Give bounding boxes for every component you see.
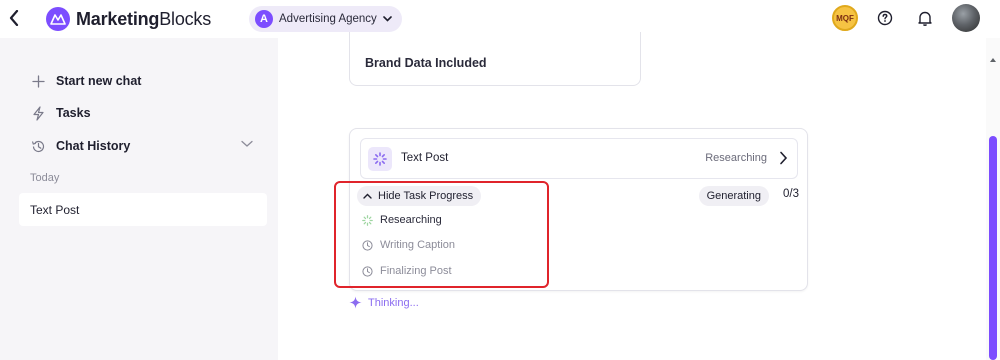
sidebar-item-label: Start new chat (56, 74, 142, 88)
thinking-label: Thinking... (368, 296, 419, 309)
sidebar-item-tasks[interactable]: Tasks (30, 105, 91, 121)
help-icon (877, 10, 893, 26)
chevron-left-icon (9, 10, 19, 26)
help-button[interactable] (872, 5, 898, 31)
chevron-down-icon (383, 16, 392, 22)
brand-name: MarketingBlocks (76, 9, 211, 30)
brand-data-card: Brand Data Included (349, 32, 641, 86)
chevron-right-icon (780, 151, 788, 165)
section-label-today: Today (30, 172, 60, 184)
workspace-label: Advertising Agency (279, 13, 377, 25)
user-avatar[interactable] (952, 4, 980, 32)
lightning-icon (30, 105, 46, 121)
sidebar-item-start-new-chat[interactable]: Start new chat (30, 73, 141, 89)
brand-data-label: Brand Data Included (365, 56, 487, 70)
generating-badge: Generating (698, 186, 769, 206)
achievement-badge-icon[interactable]: MQF (832, 5, 858, 31)
task-title: Text Post (401, 152, 449, 164)
workspace-selector[interactable]: A Advertising Agency (249, 6, 402, 32)
chevron-down-icon[interactable] (241, 140, 253, 148)
sidebar-item-label: Tasks (56, 106, 91, 120)
progress-count: 0/3 (783, 188, 799, 200)
scroll-up-arrow-icon[interactable] (990, 58, 996, 62)
brand-name-bold: Marketing (76, 8, 160, 29)
logo-icon (46, 7, 70, 31)
back-button[interactable] (4, 6, 24, 30)
sidebar-item-chat-history[interactable]: Chat History (30, 138, 130, 154)
chat-history-item[interactable]: Text Post (19, 193, 267, 226)
sparkle-icon (349, 296, 362, 309)
history-icon (30, 138, 46, 154)
logo[interactable]: MarketingBlocks (46, 7, 211, 31)
sidebar-item-label: Chat History (56, 139, 131, 153)
highlight-box (334, 181, 549, 288)
sidebar: Start new chat Tasks Chat History Today … (0, 38, 278, 360)
workspace-avatar: A (255, 10, 273, 28)
thinking-indicator: Thinking... (349, 296, 419, 309)
task-header[interactable]: Text Post Researching (360, 138, 798, 179)
scrollbar[interactable] (986, 38, 1000, 360)
bell-icon (918, 11, 932, 26)
plus-icon (30, 73, 46, 89)
top-right-actions: MQF (832, 4, 980, 32)
loading-spinner-icon (368, 147, 392, 171)
task-status: Researching (705, 152, 767, 164)
notifications-button[interactable] (912, 5, 938, 31)
scrollbar-thumb[interactable] (989, 136, 997, 360)
brand-name-light: Blocks (159, 8, 212, 29)
